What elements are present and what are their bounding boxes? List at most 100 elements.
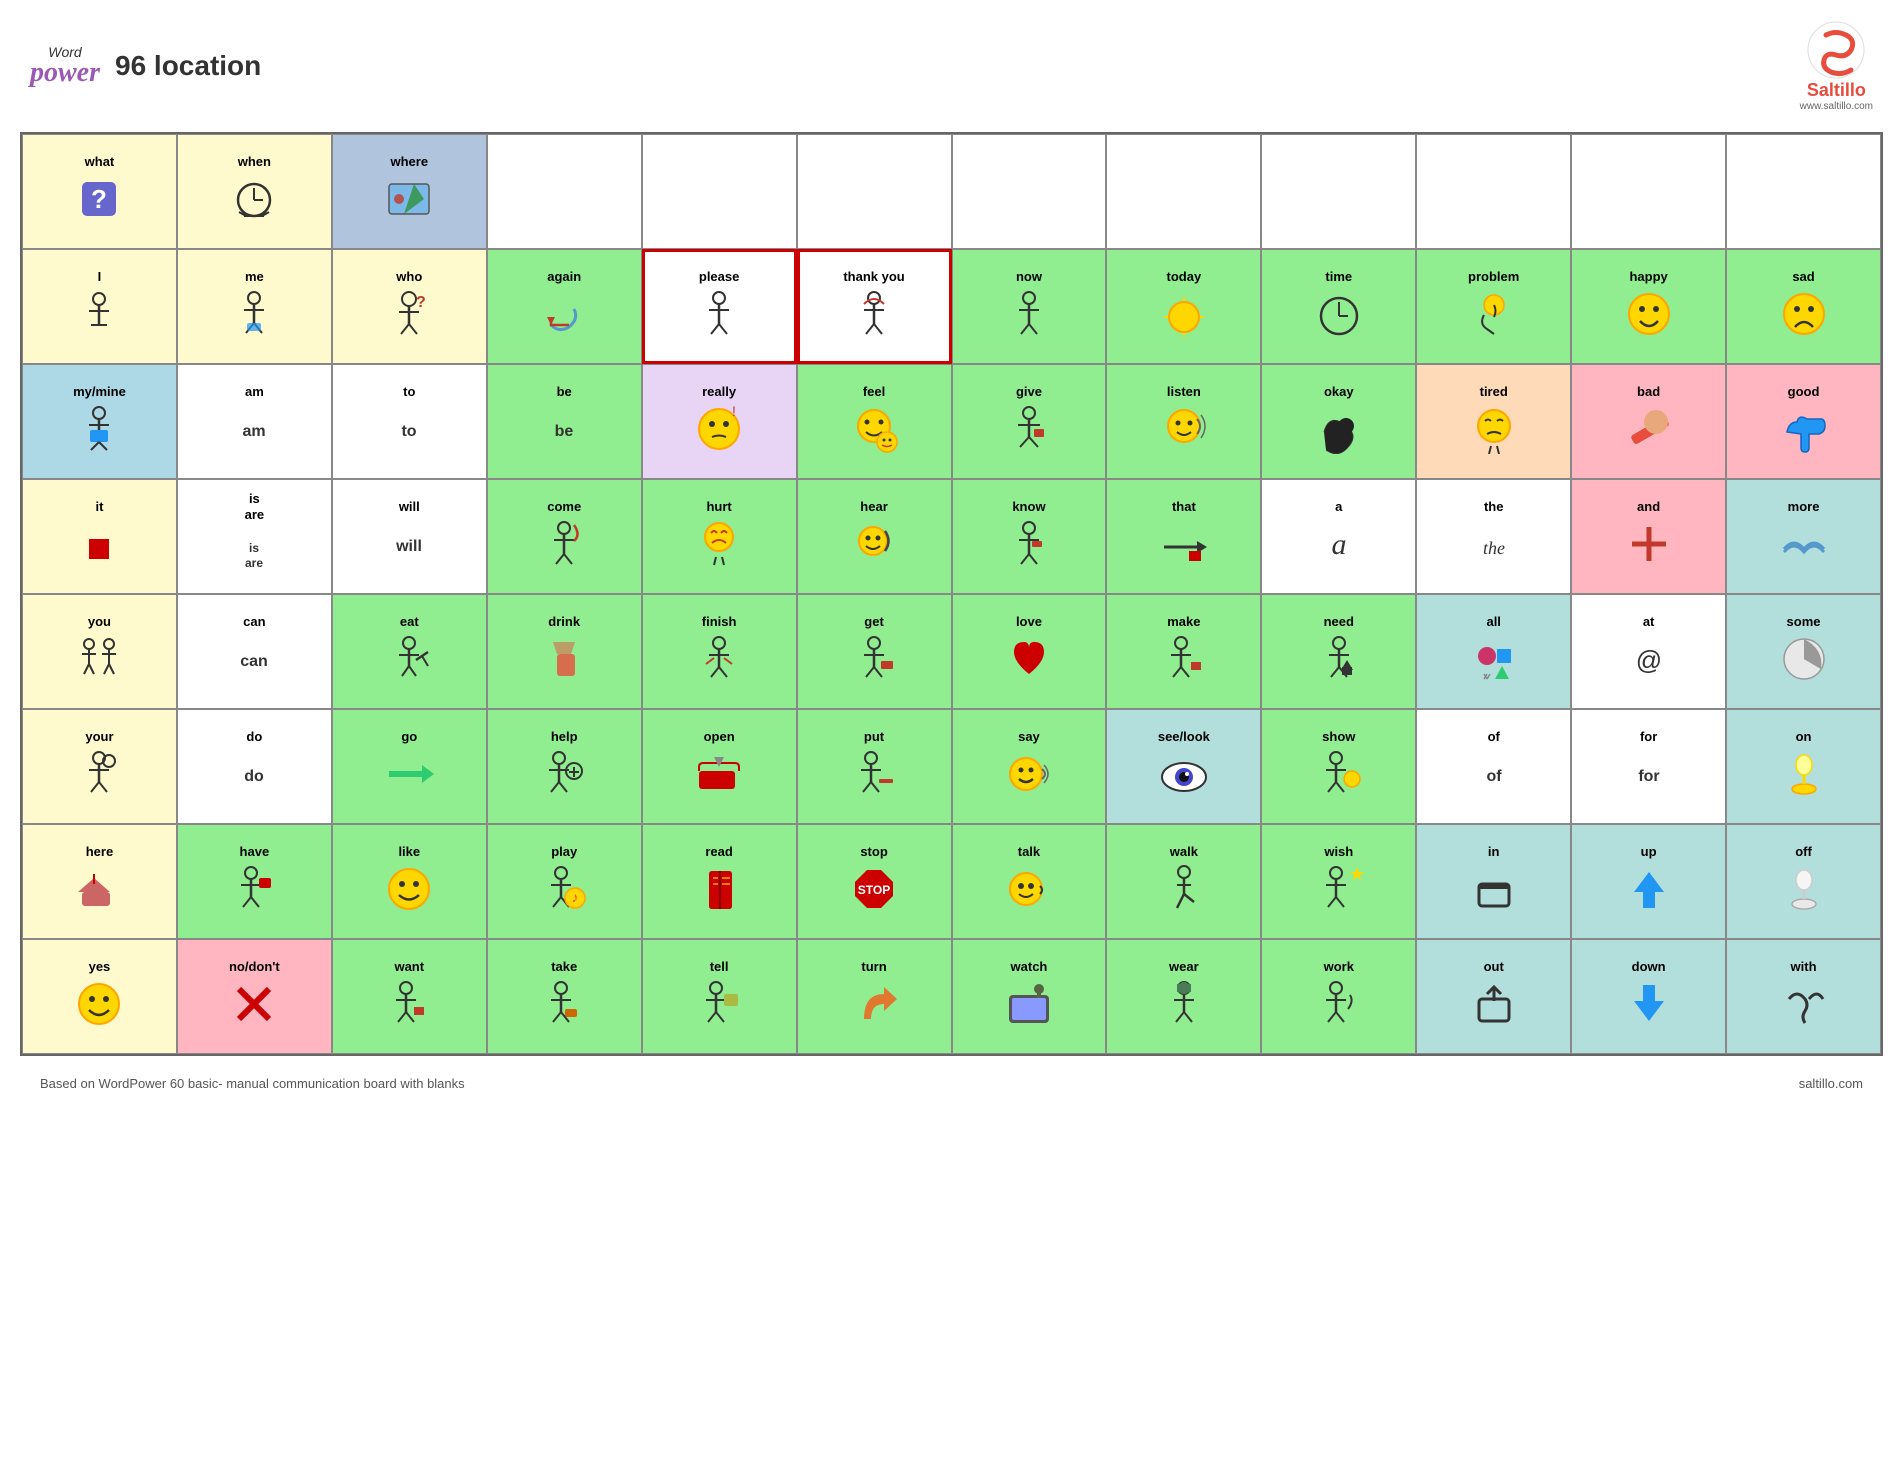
cell-want[interactable]: want [332, 939, 487, 1054]
cell-down[interactable]: down [1571, 939, 1726, 1054]
cell-make[interactable]: make [1106, 594, 1261, 709]
cell-need[interactable]: need [1261, 594, 1416, 709]
cell-some[interactable]: some [1726, 594, 1881, 709]
cell-get[interactable]: get [797, 594, 952, 709]
cell-okay[interactable]: okay [1261, 364, 1416, 479]
cell-with[interactable]: with [1726, 939, 1881, 1054]
cell-say[interactable]: say [952, 709, 1107, 824]
cell-open[interactable]: open [642, 709, 797, 824]
cell-you[interactable]: you [22, 594, 177, 709]
cell-listen[interactable]: listen [1106, 364, 1261, 479]
cell-in[interactable]: in [1416, 824, 1571, 939]
cell-sad[interactable]: sad [1726, 249, 1881, 364]
cell-again[interactable]: again [487, 249, 642, 364]
cell-hurt[interactable]: hurt [642, 479, 797, 594]
cell-where[interactable]: where [332, 134, 487, 249]
cell-and[interactable]: and [1571, 479, 1726, 594]
cell-read[interactable]: read [642, 824, 797, 939]
cell-come[interactable]: come [487, 479, 642, 594]
cell-i[interactable]: I [22, 249, 177, 364]
cell-hear[interactable]: hear [797, 479, 952, 594]
cell-at[interactable]: at@ [1571, 594, 1726, 709]
cell-blank9[interactable] [1726, 134, 1881, 249]
cell-blank4[interactable] [952, 134, 1107, 249]
svg-text:★: ★ [1349, 864, 1364, 884]
cell-a[interactable]: aa [1261, 479, 1416, 594]
cell-can[interactable]: cancan [177, 594, 332, 709]
cell-blank6[interactable] [1261, 134, 1416, 249]
cell-play[interactable]: play♪ [487, 824, 642, 939]
cell-yes[interactable]: yes [22, 939, 177, 1054]
cell-happy[interactable]: happy [1571, 249, 1726, 364]
cell-label-wish: wish [1324, 844, 1353, 860]
cell-more[interactable]: more [1726, 479, 1881, 594]
cell-out[interactable]: out [1416, 939, 1571, 1054]
cell-walk[interactable]: walk [1106, 824, 1261, 939]
cell-really[interactable]: really! [642, 364, 797, 479]
cell-help[interactable]: help [487, 709, 642, 824]
cell-what[interactable]: what? [22, 134, 177, 249]
cell-work[interactable]: work [1261, 939, 1416, 1054]
cell-drink[interactable]: drink [487, 594, 642, 709]
cell-like[interactable]: like [332, 824, 487, 939]
cell-show[interactable]: show [1261, 709, 1416, 824]
cell-blank2[interactable] [642, 134, 797, 249]
cell-talk[interactable]: talk [952, 824, 1107, 939]
cell-icon-finish [694, 634, 744, 689]
cell-blank5[interactable] [1106, 134, 1261, 249]
cell-on[interactable]: on [1726, 709, 1881, 824]
cell-is_are[interactable]: is areisare [177, 479, 332, 594]
cell-give[interactable]: give [952, 364, 1107, 479]
cell-tired[interactable]: tired [1416, 364, 1571, 479]
cell-good[interactable]: good [1726, 364, 1881, 479]
cell-love[interactable]: love [952, 594, 1107, 709]
cell-turn[interactable]: turn [797, 939, 952, 1054]
cell-please[interactable]: please [642, 249, 797, 364]
cell-me[interactable]: me [177, 249, 332, 364]
cell-feel[interactable]: feel [797, 364, 952, 479]
cell-all[interactable]: all [1416, 594, 1571, 709]
cell-blank1[interactable] [487, 134, 642, 249]
cell-do[interactable]: dodo [177, 709, 332, 824]
cell-know[interactable]: know [952, 479, 1107, 594]
cell-it[interactable]: it [22, 479, 177, 594]
cell-wear[interactable]: wear [1106, 939, 1261, 1054]
cell-when[interactable]: when [177, 134, 332, 249]
cell-now[interactable]: now [952, 249, 1107, 364]
cell-up[interactable]: up [1571, 824, 1726, 939]
cell-for[interactable]: forfor [1571, 709, 1726, 824]
cell-that[interactable]: that [1106, 479, 1261, 594]
cell-take[interactable]: take [487, 939, 642, 1054]
cell-here[interactable]: here [22, 824, 177, 939]
cell-eat[interactable]: eat [332, 594, 487, 709]
cell-the[interactable]: thethe [1416, 479, 1571, 594]
cell-have[interactable]: have [177, 824, 332, 939]
cell-tell[interactable]: tell [642, 939, 797, 1054]
cell-blank7[interactable] [1416, 134, 1571, 249]
cell-of[interactable]: ofof [1416, 709, 1571, 824]
cell-bad[interactable]: bad [1571, 364, 1726, 479]
cell-blank8[interactable] [1571, 134, 1726, 249]
cell-today[interactable]: today [1106, 249, 1261, 364]
cell-wish[interactable]: wish ★ [1261, 824, 1416, 939]
cell-blank3[interactable] [797, 134, 952, 249]
cell-put[interactable]: put [797, 709, 952, 824]
cell-seelook[interactable]: see/look [1106, 709, 1261, 824]
cell-finish[interactable]: finish [642, 594, 797, 709]
cell-your[interactable]: your [22, 709, 177, 824]
cell-time[interactable]: time [1261, 249, 1416, 364]
cell-off[interactable]: off [1726, 824, 1881, 939]
cell-stop[interactable]: stopSTOP [797, 824, 952, 939]
cell-mymine[interactable]: my/mine [22, 364, 177, 479]
cell-thankyou[interactable]: thank you [797, 249, 952, 364]
cell-will[interactable]: willwill [332, 479, 487, 594]
cell-go[interactable]: go [332, 709, 487, 824]
cell-am[interactable]: amam [177, 364, 332, 479]
cell-be[interactable]: bebe [487, 364, 642, 479]
cell-to[interactable]: toto [332, 364, 487, 479]
cell-who[interactable]: who? [332, 249, 487, 364]
cell-nodont[interactable]: no/don't [177, 939, 332, 1054]
cell-icon-who: ? [384, 289, 434, 344]
cell-watch[interactable]: watch [952, 939, 1107, 1054]
cell-problem[interactable]: problem [1416, 249, 1571, 364]
